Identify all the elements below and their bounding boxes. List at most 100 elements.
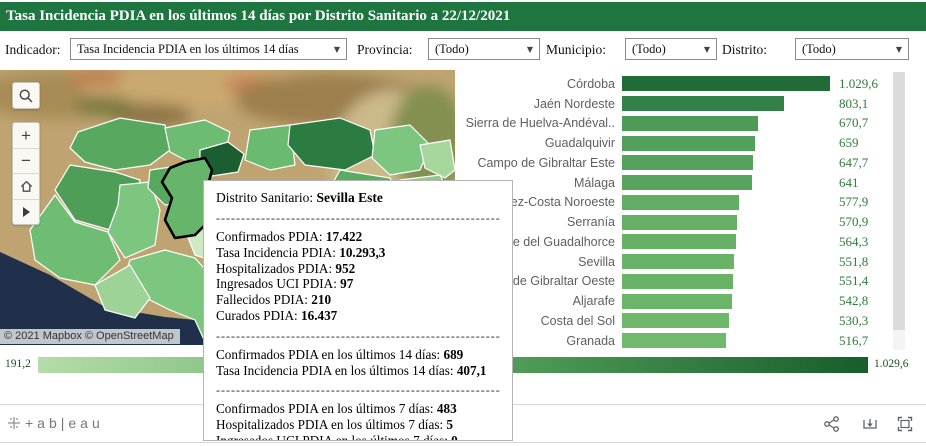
- bar[interactable]: [622, 215, 737, 230]
- bar-track: [622, 136, 834, 151]
- bar-track: [622, 294, 834, 309]
- distrito-dropdown[interactable]: (Todo) ▼: [795, 38, 909, 60]
- bar[interactable]: [622, 313, 729, 328]
- tooltip-stat: Curados PDIA: 16.437: [216, 308, 500, 324]
- bar-row[interactable]: Jerez-Costa Noroeste577,9: [455, 193, 893, 213]
- filter-bar: Indicador: Tasa Incidencia PDIA en los ú…: [0, 34, 926, 66]
- bar-value-label: 551,4: [839, 273, 868, 289]
- bar-track: [622, 76, 834, 91]
- tooltip-stat: Tasa Incidencia PDIA en los últimos 14 d…: [216, 363, 500, 379]
- header-bar: Tasa Incidencia PDIA en los últimos 14 d…: [0, 2, 926, 31]
- chevron-down-icon: ▼: [334, 45, 340, 54]
- zoom-out-button[interactable]: −: [13, 149, 39, 175]
- bar-row[interactable]: Málaga641: [455, 173, 893, 193]
- map-attribution[interactable]: © 2021 Mapbox © OpenStreetMap: [0, 329, 180, 344]
- bar-row[interactable]: Campo de Gibraltar Oeste551,4: [455, 272, 893, 292]
- tooltip-stat: Confirmados PDIA en los últimos 7 días: …: [216, 401, 500, 417]
- bar[interactable]: [622, 175, 752, 190]
- tooltip-body: Confirmados PDIA: 17.422Tasa Incidencia …: [216, 211, 500, 441]
- chevron-down-icon: ▼: [527, 45, 533, 54]
- bar[interactable]: [622, 116, 758, 131]
- download-icon: [861, 415, 879, 433]
- bar[interactable]: [622, 254, 734, 269]
- share-icon: [823, 415, 841, 433]
- bar-track: [622, 254, 834, 269]
- bar[interactable]: [622, 234, 736, 249]
- bar[interactable]: [622, 333, 726, 348]
- bar[interactable]: [622, 294, 732, 309]
- filter-label-municipio: Municipio:: [546, 42, 606, 58]
- map-zoom-toolbar: + −: [12, 122, 40, 225]
- bar-row[interactable]: Granada516,7: [455, 331, 893, 350]
- tooltip-title-value: Sevilla Este: [317, 190, 383, 205]
- bar-track: [622, 274, 834, 289]
- tooltip-stat: Ingresados UCI PDIA: 97: [216, 276, 500, 292]
- bar[interactable]: [622, 136, 755, 151]
- indicador-value: Tasa Incidencia PDIA en los últimos 14 d…: [77, 42, 299, 57]
- bar-row[interactable]: Guadalquivir659: [455, 133, 893, 153]
- bar-row[interactable]: Aljarafe542,8: [455, 291, 893, 311]
- bar-track: [622, 96, 834, 111]
- bar-track: [622, 155, 834, 170]
- bar-row[interactable]: Jaén Nordeste803,1: [455, 94, 893, 114]
- bar-row[interactable]: Valle del Guadalhorce564,3: [455, 232, 893, 252]
- filter-label-indicador: Indicador:: [5, 42, 60, 58]
- bar-track: [622, 313, 834, 328]
- bar-value-label: 577,9: [839, 194, 868, 210]
- bar-value-label: 570,9: [839, 214, 868, 230]
- dashboard: Tasa Incidencia PDIA en los últimos 14 d…: [0, 0, 926, 446]
- tableau-logo[interactable]: +ab|eau: [7, 415, 104, 431]
- scrollbar-thumb[interactable]: [893, 72, 905, 330]
- bar-value-label: 551,8: [839, 254, 868, 270]
- bar[interactable]: [622, 96, 784, 111]
- bar[interactable]: [622, 155, 753, 170]
- provincia-dropdown[interactable]: (Todo) ▼: [428, 38, 540, 60]
- home-icon: [19, 179, 34, 194]
- bar-row[interactable]: Campo de Gibraltar Este 647,7: [455, 153, 893, 173]
- map-tooltip: Distrito Sanitario: Sevilla Este Confirm…: [203, 180, 513, 441]
- tooltip-stat: Tasa Incidencia PDIA: 10.293,3: [216, 245, 500, 261]
- bar-row[interactable]: Costa del Sol530,3: [455, 311, 893, 331]
- home-button[interactable]: [13, 174, 39, 200]
- arrow-right-icon: [20, 206, 32, 218]
- zoom-in-button[interactable]: +: [13, 123, 39, 149]
- bar-track: [622, 175, 834, 190]
- minus-icon: −: [21, 152, 31, 169]
- bar-category-label: Sierra de Huelva-Andéval..: [455, 116, 615, 130]
- bar[interactable]: [622, 195, 739, 210]
- municipio-dropdown[interactable]: (Todo) ▼: [625, 38, 717, 60]
- download-button[interactable]: [861, 415, 879, 433]
- bar-value-label: 659: [839, 135, 859, 151]
- bar-value-label: 564,3: [839, 234, 868, 250]
- bar-row[interactable]: Córdoba1.029,6: [455, 74, 893, 94]
- provincia-value: (Todo): [435, 42, 469, 57]
- bar-value-label: 647,7: [839, 155, 868, 171]
- indicador-dropdown[interactable]: Tasa Incidencia PDIA en los últimos 14 d…: [70, 38, 347, 60]
- tooltip-stat: Fallecidos PDIA: 210: [216, 292, 500, 308]
- chevron-down-icon: ▼: [896, 45, 902, 54]
- tooltip-separator: [216, 329, 500, 343]
- filter-label-distrito: Distrito:: [722, 42, 767, 58]
- bar-row[interactable]: Serranía570,9: [455, 212, 893, 232]
- filter-label-provincia: Provincia:: [357, 42, 413, 58]
- bar[interactable]: [622, 274, 733, 289]
- bar-category-label: Jaén Nordeste: [455, 97, 615, 111]
- map-search-button[interactable]: [12, 82, 40, 109]
- pan-button[interactable]: [13, 200, 39, 225]
- legend-max-label: 1.029,6: [874, 358, 909, 370]
- bar-value-label: 530,3: [839, 313, 868, 329]
- tableau-wordmark: +ab|eau: [25, 415, 104, 431]
- tooltip-separator: [216, 383, 500, 397]
- tooltip-title-label: Distrito Sanitario:: [216, 190, 313, 205]
- fullscreen-button[interactable]: [896, 415, 914, 433]
- bar-row[interactable]: Sierra de Huelva-Andéval..670,7: [455, 114, 893, 134]
- bar-value-label: 542,8: [839, 293, 868, 309]
- bar[interactable]: [622, 76, 830, 91]
- chart-scrollbar[interactable]: [893, 72, 905, 350]
- chevron-down-icon: ▼: [704, 45, 710, 54]
- bar-row[interactable]: Sevilla551,8: [455, 252, 893, 272]
- bar-category-label: Campo de Gibraltar Este: [455, 156, 615, 170]
- bar-track: [622, 215, 834, 230]
- share-button[interactable]: [823, 415, 841, 433]
- search-icon: [18, 88, 34, 104]
